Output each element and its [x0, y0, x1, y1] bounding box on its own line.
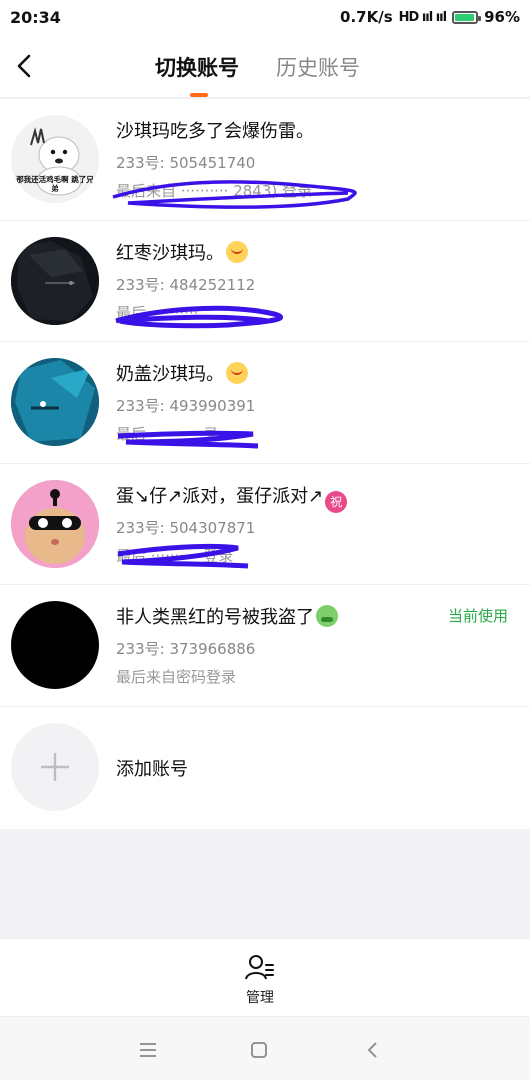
- add-account-button[interactable]: [11, 722, 99, 811]
- angry-face-icon: [226, 240, 248, 263]
- tab-switch-account[interactable]: 切换账号: [155, 52, 239, 82]
- avatar: [11, 479, 99, 568]
- account-name-text: 奶盖沙琪玛。: [116, 364, 224, 386]
- blue-character-avatar: [11, 358, 99, 447]
- back-button[interactable]: [6, 48, 42, 84]
- home-square-icon: [251, 1042, 267, 1058]
- angry-face-icon: [226, 362, 248, 385]
- account-row[interactable]: 红枣沙琪玛。 233号: 484252112 最后 ··········: [0, 221, 530, 343]
- account-id: 233号: 373966886: [116, 640, 256, 659]
- tab-history-account[interactable]: 历史账号: [276, 52, 360, 82]
- account-row[interactable]: 蛋↘仔↗派对，蛋仔派对↗ 祝 233号: 504307871 最后 ·······…: [0, 464, 530, 586]
- avatar: [11, 601, 99, 690]
- account-row[interactable]: 非人类黑红的号被我盗了 233号: 373966886 最后来自密码登录 当前使…: [0, 585, 530, 707]
- add-account-row[interactable]: 添加账号: [0, 707, 530, 829]
- menu-nav-button[interactable]: [133, 1035, 163, 1065]
- user-manage-icon: [245, 955, 274, 980]
- avatar-caption: 那我还活鸡毛啊 跳了兄弟: [16, 175, 94, 193]
- account-name: 沙琪玛吃多了会爆伤雷。: [116, 121, 314, 142]
- account-name-text: 红枣沙琪玛。: [116, 242, 224, 264]
- header: 切换账号 历史账号: [0, 34, 530, 98]
- last-login: 最后来自 ·········· 2843) 登录: [116, 182, 313, 200]
- add-account-label: 添加账号: [116, 758, 188, 780]
- chevron-left-icon: [17, 54, 31, 78]
- bottom-bar: 管理: [0, 938, 530, 1016]
- account-name: 红枣沙琪玛。: [116, 239, 248, 265]
- account-row[interactable]: 奶盖沙琪玛。 233号: 493990391 最后 ·········· 录: [0, 342, 530, 464]
- avatar: [11, 236, 99, 325]
- account-id: 233号: 505451740: [116, 154, 256, 172]
- dark-character-avatar: [11, 236, 99, 325]
- status-bar: 20:34 0.7K/s HD ııl ııl 96%: [0, 0, 530, 34]
- manage-label: 管理: [246, 990, 274, 1006]
- last-login: 最后 ·········· 登录: [116, 546, 234, 565]
- last-login: 最后 ··········: [116, 303, 199, 322]
- account-id: 233号: 504307871: [116, 518, 256, 537]
- back-arrow-icon: [367, 1042, 377, 1058]
- home-nav-button[interactable]: [244, 1035, 274, 1065]
- hamster-avatar: [11, 479, 99, 568]
- tab-indicator: [190, 93, 208, 97]
- account-name: 奶盖沙琪玛。: [116, 360, 248, 386]
- account-name: 蛋↘仔↗派对，蛋仔派对↗ 祝: [116, 482, 348, 513]
- current-account-label: 当前使用: [447, 607, 508, 626]
- menu-icon: [140, 1043, 156, 1057]
- avatar: 那我还活鸡毛啊 跳了兄弟: [11, 115, 99, 203]
- nauseated-face-icon: [316, 605, 338, 628]
- back-nav-button[interactable]: [358, 1035, 388, 1065]
- network-speed: 0.7K/s: [340, 8, 393, 26]
- account-id: 233号: 493990391: [116, 397, 256, 416]
- status-time: 20:34: [10, 7, 61, 27]
- account-name-text: 蛋↘仔↗派对，蛋仔派对↗: [116, 485, 324, 507]
- battery-icon: [452, 10, 482, 24]
- status-indicators: 0.7K/s HD ııl ııl 96%: [340, 8, 520, 26]
- account-name-text: 非人类黑红的号被我盗了: [116, 607, 314, 629]
- account-row[interactable]: 那我还活鸡毛啊 跳了兄弟 沙琪玛吃多了会爆伤雷。 233号: 505451740…: [0, 99, 530, 221]
- last-login: 最后来自密码登录: [116, 668, 237, 687]
- signal-icon: HD ııl ııl: [398, 9, 447, 25]
- account-list: 那我还活鸡毛啊 跳了兄弟 沙琪玛吃多了会爆伤雷。 233号: 505451740…: [0, 99, 530, 829]
- last-login: 最后 ·········· 录: [116, 425, 219, 444]
- manage-button[interactable]: 管理: [235, 953, 285, 1007]
- celebrate-badge-icon: 祝: [325, 490, 348, 513]
- system-nav-bar: [0, 1016, 530, 1080]
- account-id: 233号: 484252112: [116, 275, 256, 294]
- account-name: 非人类黑红的号被我盗了: [116, 603, 338, 629]
- battery-percent: 96%: [484, 8, 520, 26]
- avatar: [11, 358, 99, 447]
- plus-icon: [40, 752, 70, 782]
